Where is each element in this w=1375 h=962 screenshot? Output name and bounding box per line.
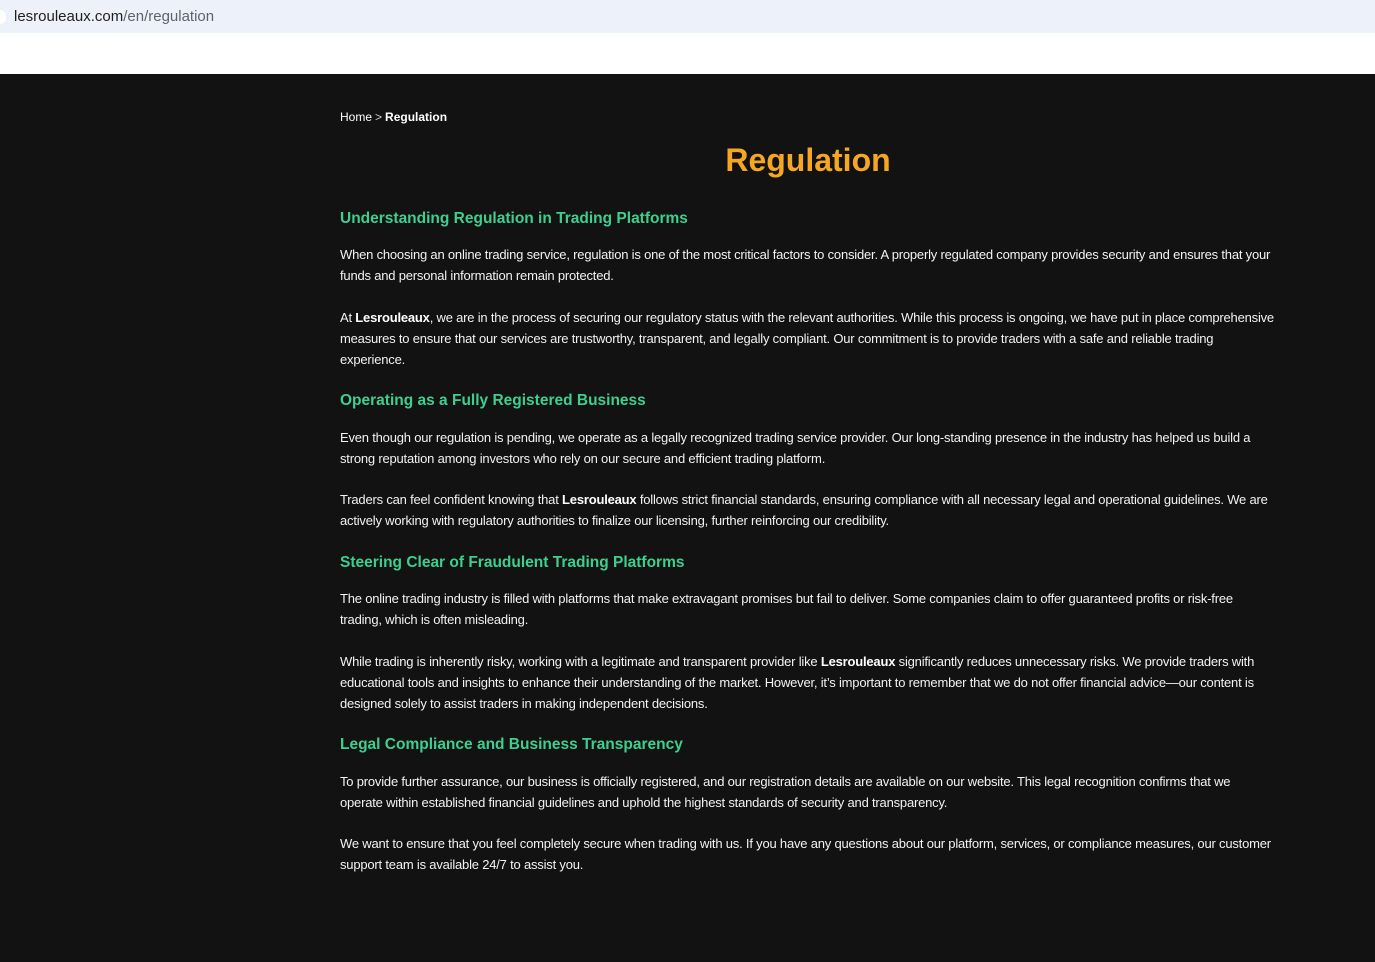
paragraph-text: Traders can feel confident knowing that (340, 492, 563, 507)
section-2-paragraph-2: Traders can feel confident knowing that … (340, 490, 1276, 532)
address-bar-edge (0, 10, 6, 24)
section-1-paragraph-1: When choosing an online trading service,… (340, 247, 1271, 283)
main-content: Home > Regulation Regulation Understanding… (0, 74, 1375, 962)
url-path: /en/regulation (123, 8, 215, 25)
breadcrumb-current: Regulation (385, 110, 448, 124)
section-heading-fraudulent-platforms: Steering Clear of Fraudulent Trading Pla… (340, 554, 685, 571)
section-3-paragraph-2: While trading is inherently risky, worki… (340, 652, 1276, 714)
section-3-paragraph-1: The online trading industry is filled wi… (340, 591, 1233, 627)
breadcrumb-separator: > (375, 110, 383, 124)
brand-name: Lesrouleaux (820, 654, 896, 669)
section-4-paragraph-2: We want to ensure that you feel complete… (340, 836, 1271, 872)
url-domain: lesrouleaux.com (14, 8, 124, 25)
paragraph-text: , we are in the process of securing our … (340, 310, 1274, 367)
site-header (0, 33, 1375, 74)
brand-name: Lesrouleaux (562, 492, 637, 507)
breadcrumb: Home > Regulation (340, 109, 447, 125)
paragraph-text: At (340, 310, 356, 325)
breadcrumb-home-link[interactable]: Home (340, 110, 372, 124)
address-bar[interactable]: lesrouleaux.com/en/regulation (0, 0, 1375, 33)
page-title: Regulation (725, 142, 891, 178)
brand-name: Lesrouleaux (355, 310, 430, 325)
paragraph-text: While trading is inherently risky, worki… (340, 654, 821, 669)
url-text[interactable]: lesrouleaux.com/en/regulation (14, 7, 214, 27)
section-4-paragraph-1: To provide further assurance, our busine… (340, 774, 1231, 810)
section-1-paragraph-2: At Lesrouleaux, we are in the process of… (340, 308, 1276, 370)
section-heading-legal-compliance: Legal Compliance and Business Transparen… (340, 736, 683, 753)
section-2-paragraph-1: Even though our regulation is pending, w… (340, 430, 1251, 466)
section-heading-registered-business: Operating as a Fully Registered Business (340, 392, 646, 409)
section-heading-understanding-regulation: Understanding Regulation in Trading Plat… (340, 210, 688, 227)
